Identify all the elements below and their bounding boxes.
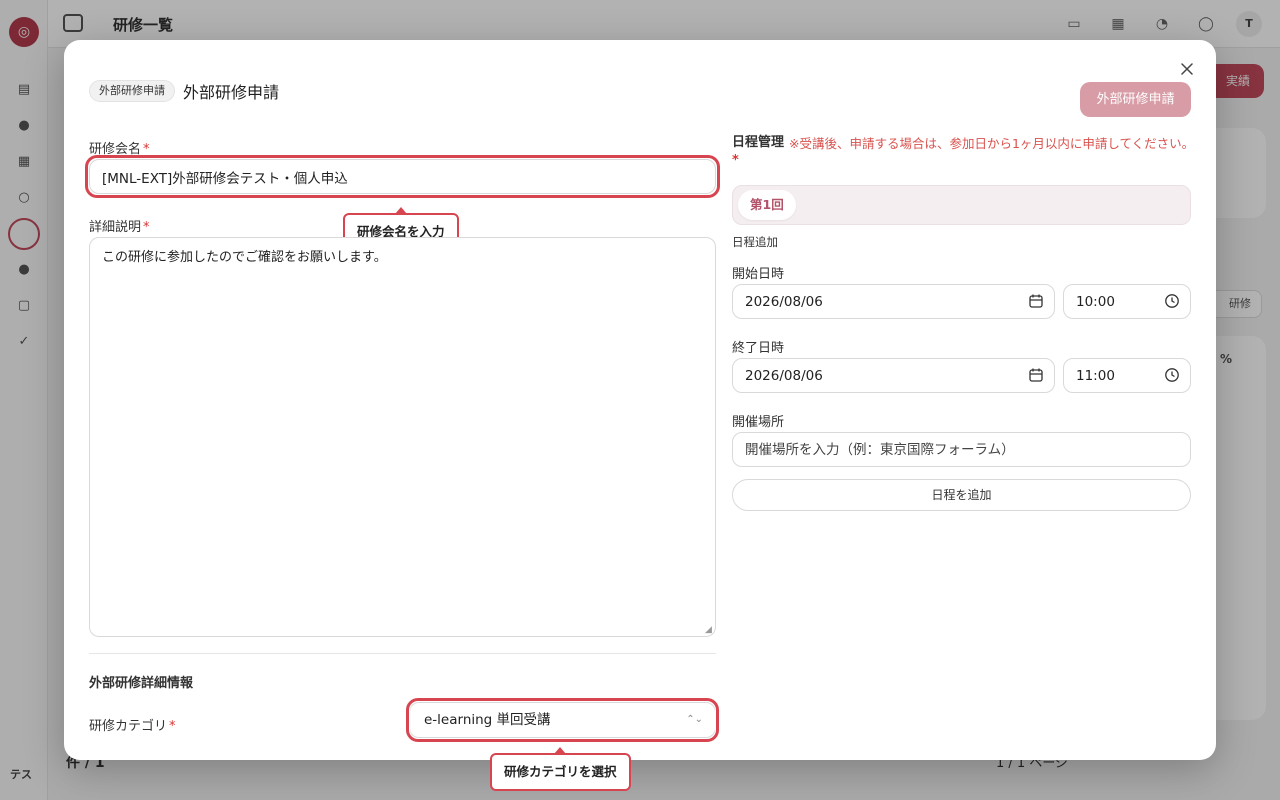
calendar-icon[interactable] [1028,367,1044,383]
start-date-input[interactable] [733,285,1054,318]
external-details-heading: 外部研修詳細情報 [89,676,194,691]
end-date-field[interactable] [732,358,1055,393]
description-textarea[interactable]: この研修に参加したのでご確認をお願いします。 [90,238,715,636]
chevron-updown-icon: ⌃⌄ [686,714,703,725]
start-date-field[interactable] [732,284,1055,319]
start-time-field[interactable] [1063,284,1191,319]
clock-icon[interactable] [1164,367,1180,383]
add-schedule-button[interactable]: 日程を追加 [732,479,1191,511]
schedule-label: 日程管理 * [732,135,785,168]
clock-icon[interactable] [1164,293,1180,309]
submit-button[interactable]: 外部研修申請 [1080,82,1191,117]
venue-input[interactable] [733,433,1190,466]
end-date-input[interactable] [733,359,1054,392]
category-label: 研修カテゴリ * [89,719,176,734]
venue-label: 開催場所 [732,415,785,430]
category-tooltip: 研修カテゴリを選択 [490,747,631,791]
close-button[interactable] [1176,58,1198,80]
schedule-note: ※受講後、申請する場合は、参加日から1ヶ月以内に申請してください。 [789,136,1195,151]
category-selected-value: e-learning 単回受講 [424,712,551,728]
close-icon [1181,63,1193,75]
end-time-field[interactable] [1063,358,1191,393]
dialog-badge: 外部研修申請 [89,80,175,102]
category-select[interactable]: e-learning 単回受講 ⌃⌄ [409,702,716,738]
training-name-input[interactable] [90,160,715,193]
calendar-icon[interactable] [1028,293,1044,309]
description-field[interactable]: この研修に参加したのでご確認をお願いします。 ◢ [89,237,716,637]
description-label: 詳細説明 * [89,220,150,235]
dialog-title: 外部研修申請 [183,83,280,102]
end-datetime-label: 終了日時 [732,341,785,356]
external-training-dialog: 外部研修申請 外部研修申請 外部研修申請 研修会名* 研修会名を入力 詳細説明*… [64,40,1216,760]
training-name-field[interactable] [89,159,716,194]
add-date-link[interactable]: 日程追加 [732,234,778,250]
start-datetime-label: 開始日時 [732,267,785,282]
resize-handle-icon[interactable]: ◢ [705,626,713,635]
section-divider [89,653,716,654]
venue-field[interactable] [732,432,1191,467]
schedule-tabs: 第1回 [732,185,1191,225]
training-name-label: 研修会名 * [89,142,150,157]
tab-session-1[interactable]: 第1回 [738,190,796,220]
